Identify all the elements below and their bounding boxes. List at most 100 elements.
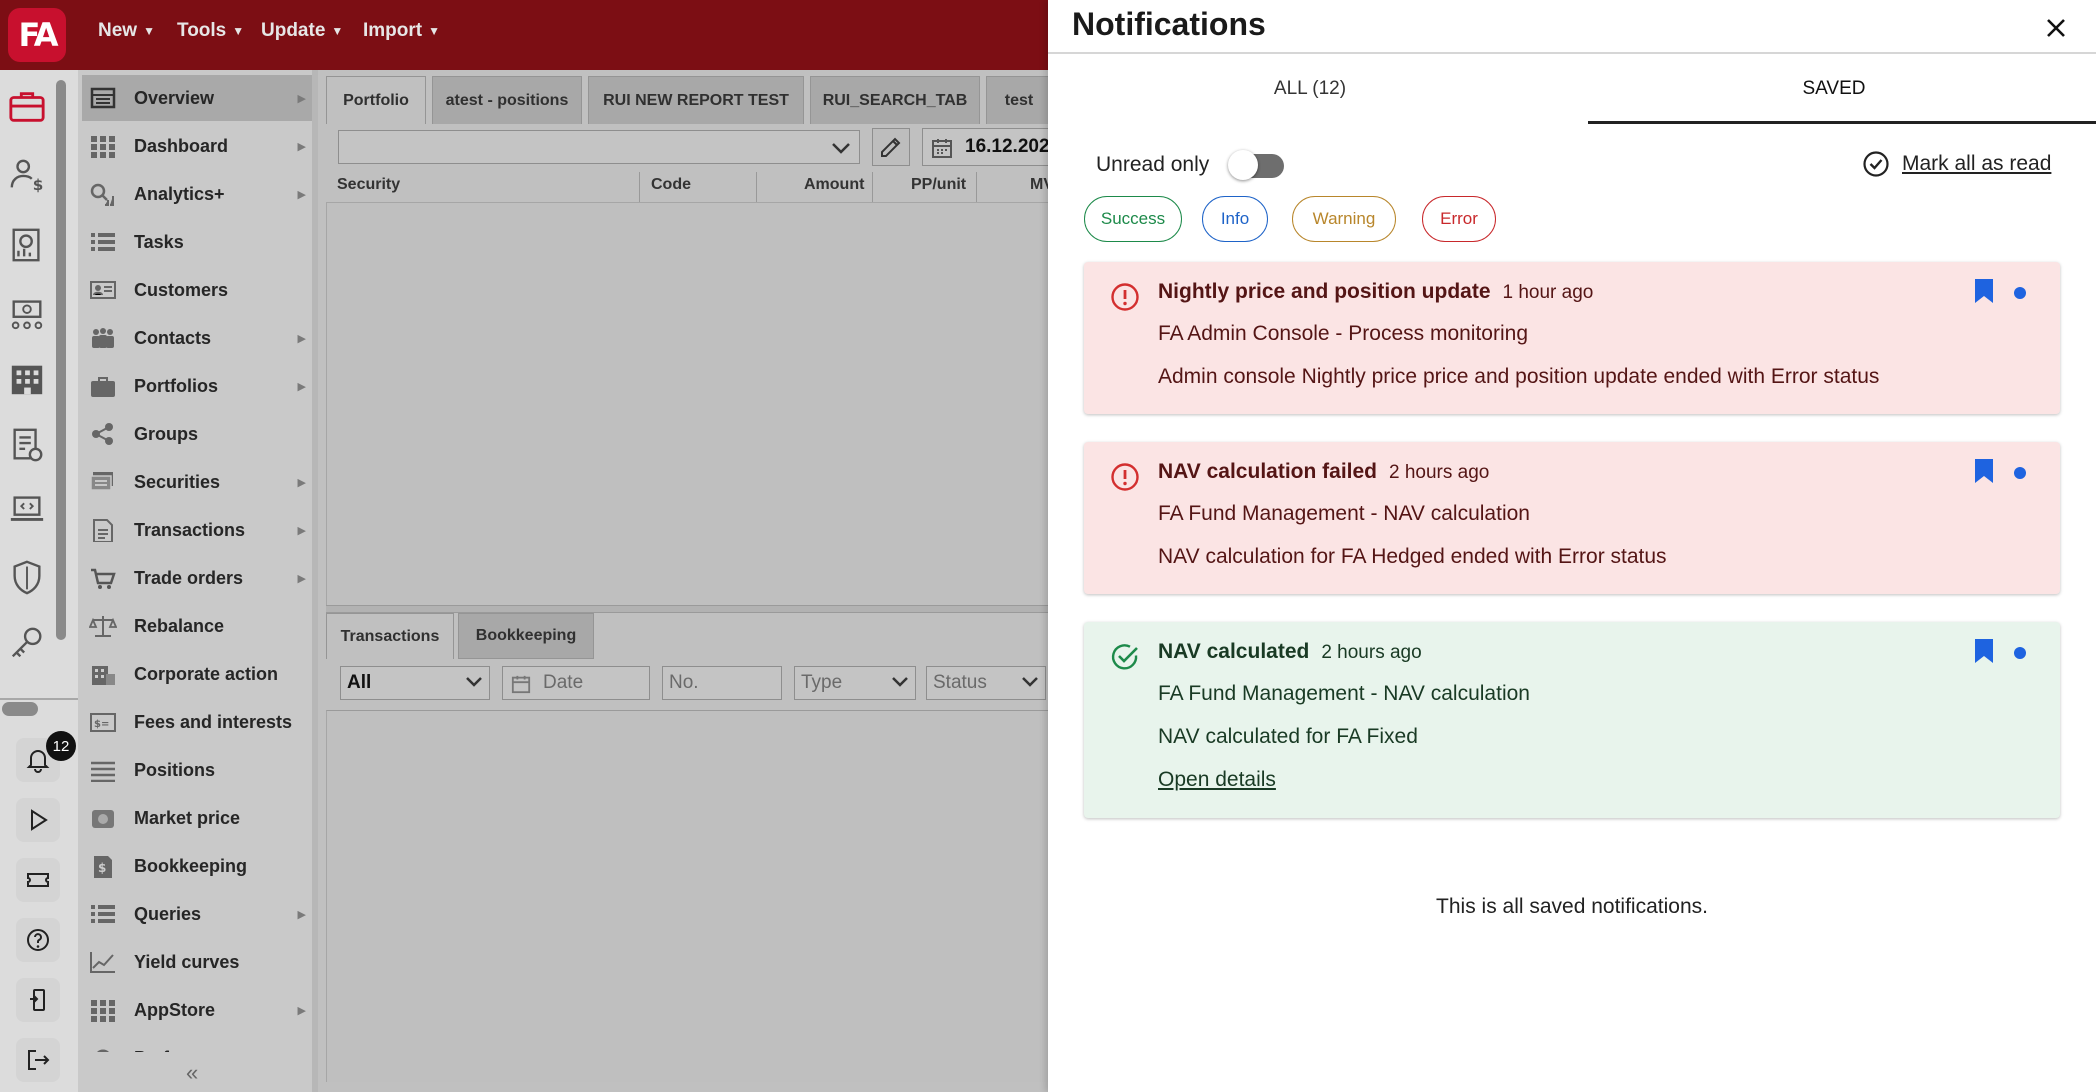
sidebar-item-appstore[interactable]: AppStore ▶	[86, 990, 312, 1030]
sidebar-item-fees-and-interests[interactable]: $= Fees and interests	[86, 702, 312, 742]
sidebar-item-trade-orders[interactable]: Trade orders ▶	[86, 558, 312, 598]
notification-card[interactable]: NAV calculated 2 hours ago FA Fund Manage…	[1084, 622, 2060, 818]
date-field[interactable]: 16.12.2023	[922, 128, 1048, 166]
sidebar-item-yield-curves[interactable]: Yield curves	[86, 942, 312, 982]
notification-time: 2 hours ago	[1321, 642, 1422, 663]
unread-dot	[2014, 647, 2026, 659]
preferences-icon	[96, 1049, 110, 1052]
sidebar-item-label: Customers	[134, 279, 229, 300]
column-code[interactable]: Code	[651, 176, 691, 194]
sidebar-item-customers[interactable]: Customers	[86, 270, 312, 310]
open-details-link[interactable]: Open details	[1158, 768, 1276, 791]
sidebar-item-contacts[interactable]: Contacts ▶	[86, 318, 312, 358]
sidebar-item-tasks[interactable]: Tasks	[86, 222, 312, 262]
notification-card[interactable]: NAV calculation failed 2 hours ago FA Fun…	[1084, 442, 2060, 594]
column-divider	[639, 172, 640, 202]
tab-transactions[interactable]: Transactions	[326, 613, 454, 659]
sidebar-item-portfolios[interactable]: Portfolios ▶	[86, 366, 312, 406]
column-pp-unit[interactable]: PP/unit	[911, 176, 966, 194]
filter-number-input[interactable]: No.	[662, 666, 782, 700]
notification-time: 1 hour ago	[1502, 282, 1594, 303]
sidebar-item-label: Positions	[134, 759, 216, 780]
sidebar-item-label: AppStore	[134, 999, 215, 1020]
chevron-right-icon: ▶	[297, 476, 306, 489]
portfolio-select[interactable]	[338, 130, 860, 164]
open-details-link-wrap: Open details	[1158, 768, 1276, 792]
chevron-right-icon: ▶	[297, 188, 306, 201]
menu-import[interactable]: Import ▼	[363, 20, 440, 42]
filter-type-select[interactable]: Type	[794, 666, 916, 700]
sidebar-item-preferences[interactable]: Preferences	[86, 1038, 312, 1052]
filter-chip-success[interactable]: Success	[1084, 196, 1182, 242]
chevron-down-icon: ▼	[428, 24, 440, 38]
svg-text:$=: $=	[94, 719, 109, 730]
chevron-right-icon: ▶	[297, 908, 306, 921]
sidebar-item-label: Yield curves	[134, 951, 240, 972]
filter-chip-info[interactable]: Info	[1202, 196, 1268, 242]
sidebar-item-label: Groups	[134, 423, 199, 444]
rebalance-icon	[89, 616, 117, 637]
sidebar-item-label: Dashboard	[134, 135, 229, 156]
error-icon	[1111, 463, 1139, 491]
column-security[interactable]: Security	[337, 176, 400, 194]
tab-bookkeeping[interactable]: Bookkeeping	[458, 613, 594, 659]
panel-splitter[interactable]	[326, 605, 1048, 613]
sidebar-item-label: Corporate action	[134, 663, 279, 684]
unread-only-toggle[interactable]	[1228, 150, 1284, 180]
filter-chip-warning[interactable]: Warning	[1292, 196, 1396, 242]
sidebar-item-overview[interactable]: Overview ▶	[86, 78, 312, 118]
fees-icon: $=	[90, 713, 116, 732]
bookmark-icon[interactable]	[1974, 458, 1994, 484]
filter-status-select[interactable]: Status	[926, 666, 1046, 700]
check-circle-icon	[1863, 151, 1889, 177]
tab-test[interactable]: test	[986, 76, 1048, 124]
chevron-right-icon: ▶	[297, 572, 306, 585]
menu-import-label: Import	[363, 20, 423, 41]
success-check-icon	[1111, 644, 1138, 670]
securities-icon	[90, 472, 113, 491]
yield-curves-icon	[90, 952, 115, 973]
mark-all-as-read-button[interactable]: Mark all as read	[1862, 150, 2051, 178]
sidebar-item-market-price[interactable]: Market price	[86, 798, 312, 838]
sidebar-item-bookkeeping[interactable]: $ Bookkeeping	[86, 846, 312, 886]
tab-saved[interactable]: SAVED	[1572, 54, 2096, 124]
filter-status-placeholder: Status	[933, 672, 987, 693]
chevron-right-icon: ▶	[297, 92, 306, 105]
filter-date-input[interactable]: Date	[502, 666, 650, 700]
appstore-icon	[91, 1000, 115, 1022]
sidebar-item-rebalance[interactable]: Rebalance	[86, 606, 312, 646]
tab-rui-search-tab[interactable]: RUI_SEARCH_TAB	[810, 76, 980, 124]
tab-all[interactable]: ALL (12)	[1048, 54, 1572, 124]
collapse-menu-icon[interactable]: «	[186, 1060, 198, 1086]
chevron-down-icon	[832, 143, 850, 154]
sidebar-item-queries[interactable]: Queries ▶	[86, 894, 312, 934]
sidebar-item-analytics[interactable]: Analytics+ ▶	[86, 174, 312, 214]
column-mv[interactable]: MV	[1030, 176, 1048, 194]
sidebar-item-corporate-action[interactable]: Corporate action	[86, 654, 312, 694]
sidebar-item-securities[interactable]: Securities ▶	[86, 462, 312, 502]
sidebar-item-positions[interactable]: Positions	[86, 750, 312, 790]
close-button[interactable]	[2038, 10, 2074, 46]
tab-rui-new-report-test[interactable]: RUI NEW REPORT TEST	[588, 76, 804, 124]
sidebar-item-groups[interactable]: Groups	[86, 414, 312, 454]
chevron-down-icon: ▼	[331, 24, 344, 38]
notification-title: Nightly price and position update	[1158, 280, 1491, 303]
tab-atest-positions[interactable]: atest - positions	[432, 76, 582, 124]
notification-source: FA Fund Management - NAV calculation	[1158, 682, 1530, 705]
filter-type-placeholder: Type	[801, 672, 843, 693]
filter-all-select[interactable]: All	[340, 666, 490, 700]
sidebar-item-transactions[interactable]: Transactions ▶	[86, 510, 312, 550]
chevron-right-icon: ▶	[297, 380, 306, 393]
bookmark-icon[interactable]	[1974, 278, 1994, 304]
positions-grid	[326, 203, 1048, 605]
tab-portfolio[interactable]: Portfolio	[326, 76, 426, 124]
bookmark-icon[interactable]	[1974, 638, 1994, 664]
sidebar-item-label: Transactions	[134, 519, 246, 540]
notification-card[interactable]: Nightly price and position update 1 hour …	[1084, 262, 2060, 414]
sidebar-item-dashboard[interactable]: Dashboard ▶	[86, 126, 312, 166]
edit-button[interactable]	[872, 128, 910, 166]
column-amount[interactable]: Amount	[804, 176, 864, 194]
customers-icon	[90, 281, 116, 299]
filter-chip-error[interactable]: Error	[1422, 196, 1496, 242]
error-icon	[1111, 283, 1139, 311]
